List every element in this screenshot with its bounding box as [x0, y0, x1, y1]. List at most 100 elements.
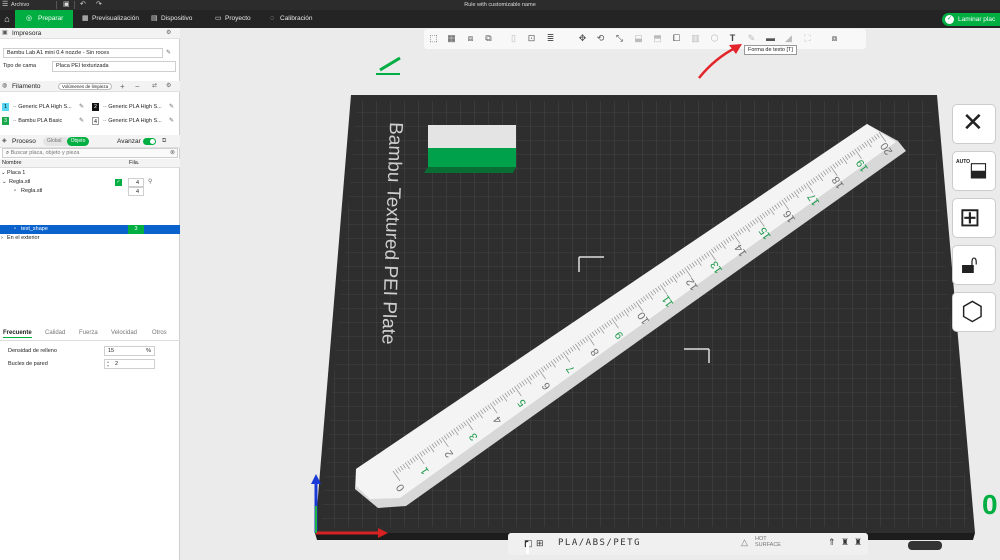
- filament-icon: ◍: [2, 83, 8, 89]
- edit-icon[interactable]: ✎: [169, 117, 174, 124]
- tab-others[interactable]: Otros: [152, 330, 167, 336]
- tree-row-plate[interactable]: ⌄ Placa 1: [0, 169, 180, 178]
- tree-row-text-shape[interactable]: ▫ text_shape 3: [0, 225, 180, 234]
- settings-icon[interactable]: ⚙: [166, 81, 171, 92]
- printer-section-header: ▣ Impresora ⚙: [0, 28, 180, 39]
- layout-icon: ⊞: [959, 202, 981, 232]
- bed-type-value: Placa PEI texturizada: [56, 63, 109, 69]
- prime-tower[interactable]: [424, 125, 516, 173]
- part-filament[interactable]: 4: [128, 187, 144, 196]
- text-part-label: text_shape: [21, 226, 48, 232]
- title-bar: ☰ Archivo ▣ ↶ ↷ Rule with customizable n…: [0, 0, 1000, 10]
- tab-strength[interactable]: Fuerza: [79, 330, 98, 336]
- tab-frequent[interactable]: Frecuente: [3, 330, 32, 338]
- search-input[interactable]: ⌕ Buscar placa, objeto y pieza: [2, 148, 178, 158]
- global-option[interactable]: Global: [47, 137, 61, 146]
- plate-settings-button[interactable]: ⬡: [952, 292, 996, 332]
- printer-select[interactable]: Bambu Lab A1 mini 0.4 nozzle - Sin roces: [3, 48, 163, 58]
- tree-row-part[interactable]: ▫ Regla.stl 4: [0, 187, 180, 196]
- expand-icon[interactable]: ⌄: [2, 178, 7, 187]
- check-icon: ✓: [945, 15, 954, 24]
- tab-speed[interactable]: Velocidad: [111, 330, 137, 336]
- grip-handle[interactable]: [908, 541, 942, 550]
- filament-slot-3-swatch[interactable]: 3: [2, 117, 9, 125]
- plate-lock-icon[interactable]: ♜: [854, 537, 862, 548]
- tab-quality[interactable]: Calidad: [45, 330, 65, 336]
- settings-icon[interactable]: ⚙: [166, 28, 171, 39]
- plate-tower-icon[interactable]: ♜: [841, 537, 849, 548]
- filament-slot-2-swatch[interactable]: 2: [92, 103, 99, 111]
- home-icon[interactable]: ⌂: [0, 10, 14, 28]
- edit-icon[interactable]: ✎: [166, 49, 171, 56]
- wall-loops-input[interactable]: ▴ ▾ 2: [104, 359, 155, 369]
- wall-loops-label: Bucles de pared: [8, 361, 48, 367]
- plate-number[interactable]: 0: [982, 489, 998, 521]
- object-list-header: Nombre Fila.: [0, 159, 180, 168]
- visible-checkbox[interactable]: ✓: [115, 179, 122, 186]
- text-part-icon: ▫: [14, 226, 16, 232]
- remove-icon[interactable]: −: [135, 81, 140, 92]
- lock-plate-button[interactable]: 🔓︎: [952, 245, 996, 285]
- sync-icon[interactable]: ⇄: [152, 81, 157, 92]
- text-part-filament[interactable]: 3: [128, 225, 144, 234]
- printer-icon: ▣: [2, 30, 8, 36]
- expand-icon[interactable]: ›: [1, 234, 3, 243]
- slice-plate-button[interactable]: ✓ Laminar plac: [942, 13, 1000, 26]
- pencil-icon[interactable]: [376, 56, 401, 75]
- tree-row-object[interactable]: ⌄ Regla.stl ✓ 4 ⚲: [0, 178, 180, 187]
- expand-icon[interactable]: ⌄: [1, 169, 6, 178]
- process-section-header: ◈ Proceso Global Objeto Avanzar ⧉: [0, 135, 180, 148]
- stepper-icon[interactable]: ▴ ▾: [107, 360, 109, 368]
- calibration-icon: ◌: [270, 15, 275, 22]
- filament-slot-4-swatch[interactable]: 4: [92, 117, 99, 125]
- advanced-label: Avanzar: [117, 138, 141, 145]
- filament-slot-2-name[interactable]: ·· Generic PLA High S...: [103, 104, 162, 110]
- tab-preview[interactable]: ▦ Previsualización: [80, 10, 139, 28]
- paint-icon[interactable]: ⚲: [148, 178, 152, 187]
- edit-icon[interactable]: ✎: [169, 103, 174, 110]
- auto-arrange-button[interactable]: AUTO ⬓: [952, 151, 996, 191]
- slider-handle[interactable]: [526, 542, 529, 554]
- tab-device[interactable]: ▤ Dispositivo: [149, 10, 192, 28]
- clear-search-icon[interactable]: ⊗: [170, 149, 175, 156]
- plate-up-icon[interactable]: ⇑: [828, 537, 836, 548]
- object-filament[interactable]: 4: [128, 178, 144, 187]
- tab-project[interactable]: ▭ Proyecto: [213, 10, 251, 28]
- filament-slot-4-name[interactable]: ·· Generic PLA High S...: [103, 118, 162, 124]
- scene-svg: Bambu Textured PEI Plate 012345678910111…: [311, 44, 975, 540]
- device-icon: ▤: [151, 15, 158, 22]
- tab-prepare-label: Preparar: [38, 15, 64, 22]
- delete-plate-button[interactable]: ✕: [952, 104, 996, 144]
- outside-label: En el exterior: [7, 235, 40, 241]
- tab-calibration[interactable]: ◌ Calibración: [268, 10, 313, 28]
- object-option[interactable]: Objeto: [67, 137, 89, 146]
- arrange-plate-button[interactable]: ⊞: [952, 198, 996, 238]
- process-icon: ◈: [2, 138, 7, 144]
- left-panel: ▣ Impresora ⚙ Bambu Lab A1 mini 0.4 nozz…: [0, 28, 180, 560]
- tab-device-label: Dispositivo: [161, 15, 193, 22]
- compare-icon[interactable]: ⧉: [162, 135, 166, 148]
- advanced-toggle[interactable]: [143, 138, 156, 145]
- plate-label: Placa 1: [7, 170, 26, 176]
- search-placeholder: Buscar placa, objeto y pieza: [10, 150, 80, 156]
- edit-icon[interactable]: ✎: [79, 103, 84, 110]
- add-icon[interactable]: +: [120, 81, 125, 92]
- 3d-viewport[interactable]: ⬚ ▦ ⧈ ⧉ ▯ ⊡ ≣ ✥ ⟲ ⤡ ⬓ ⬒ ⧠ ▥ ⬡ T ✎ ▬ ◢ ⛶ …: [180, 28, 1000, 560]
- filament-slot-1-swatch[interactable]: 1: [2, 103, 9, 111]
- infill-density-value: 15: [108, 348, 115, 354]
- flush-volumes-button[interactable]: Volúmenes de limpieza: [58, 83, 112, 90]
- column-name[interactable]: Nombre: [2, 159, 22, 168]
- column-filament[interactable]: Fila.: [129, 159, 139, 168]
- preview-icon: ▦: [82, 15, 89, 22]
- filament-slot-1-name[interactable]: ·· Generic PLA High S...: [13, 104, 72, 110]
- hexagon-icon: ⬡: [961, 296, 984, 326]
- filament-slot-3-name[interactable]: ·· Bambu PLA Basic: [13, 118, 62, 124]
- bed-type-select[interactable]: Placa PEI texturizada: [52, 61, 176, 72]
- edit-icon[interactable]: ✎: [79, 117, 84, 124]
- tab-prepare[interactable]: ◎ Preparar: [15, 10, 73, 28]
- window-title: Rule with customizable name: [464, 2, 536, 8]
- tree-row-outside[interactable]: › En el exterior: [0, 234, 180, 243]
- infill-density-input[interactable]: 15 %: [104, 346, 155, 356]
- slice-plate-label: Laminar plac: [958, 16, 996, 23]
- annotation-arrow: [698, 44, 742, 79]
